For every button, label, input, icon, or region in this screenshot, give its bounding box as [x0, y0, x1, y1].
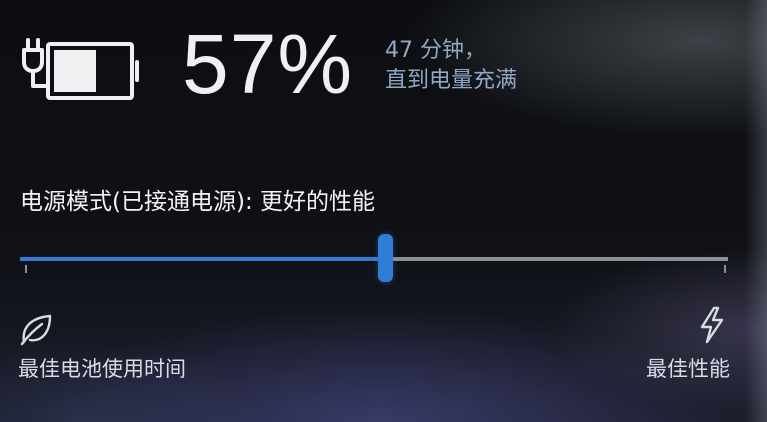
battery-flyout: 57% 47 分钟， 直到电量充满 电源模式(已接通电源): 更好的性能 最佳电… [0, 0, 767, 422]
battery-fill [54, 50, 96, 92]
slider-thumb[interactable] [377, 234, 393, 282]
charging-status: 47 分钟， 直到电量充满 [385, 36, 517, 95]
battery-charging-icon [22, 38, 139, 100]
slider-tick-left [25, 265, 27, 273]
window-edge [745, 0, 767, 422]
power-mode-slider[interactable] [18, 232, 728, 282]
best-battery-life-label: 最佳电池使用时间 [18, 357, 186, 381]
best-performance-label: 最佳性能 [646, 357, 730, 381]
slider-track[interactable] [20, 257, 728, 261]
slider-tick-right [724, 265, 726, 273]
until-full-label: 直到电量充满 [385, 67, 518, 93]
leaf-icon [20, 314, 52, 346]
slider-fill [20, 257, 385, 261]
battery-percentage: 57% [182, 17, 354, 111]
power-mode-title: 电源模式(已接通电源): 更好的性能 [20, 189, 376, 215]
lightning-bolt-icon [700, 306, 724, 344]
time-until-full: 47 分钟， [385, 38, 486, 63]
